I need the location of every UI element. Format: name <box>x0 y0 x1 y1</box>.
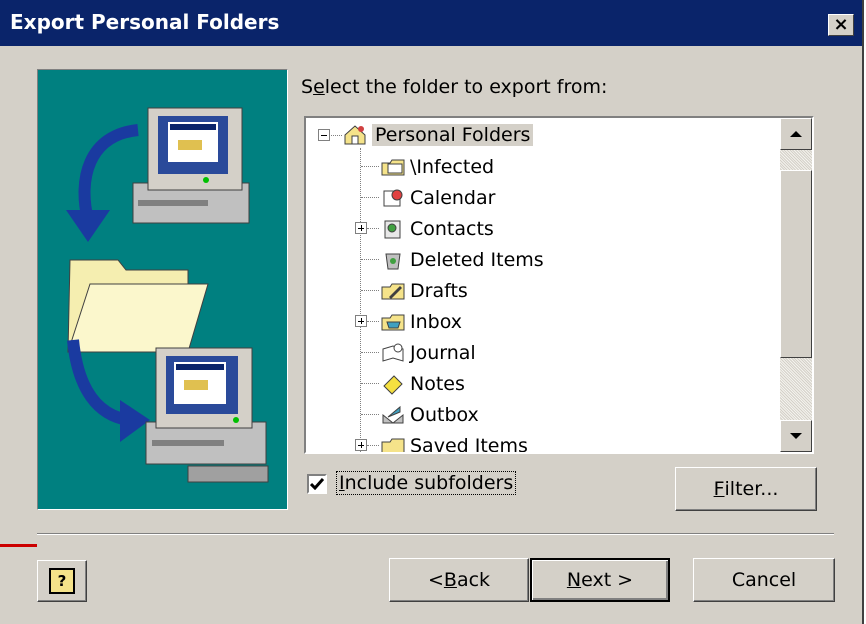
saved-items-expand-toggle[interactable] <box>355 439 367 451</box>
folder-tree[interactable]: Personal Folders \Infected Calendar Cont… <box>304 116 814 454</box>
tree-item-saved-items[interactable]: Saved Items <box>380 431 528 452</box>
export-personal-folders-dialog: Export Personal Folders × Select the fol… <box>0 0 864 624</box>
calendar-icon <box>383 189 403 207</box>
include-subfolders-label[interactable]: Include subfolders <box>335 471 517 495</box>
tree-item-calendar[interactable]: Calendar <box>380 183 495 213</box>
personal-folders-icon <box>344 125 366 145</box>
export-illustration-graphic <box>66 107 269 483</box>
inbox-expand-toggle[interactable] <box>355 315 367 327</box>
separator <box>37 533 834 535</box>
tree-item-drafts[interactable]: Drafts <box>380 276 468 306</box>
help-icon: ? <box>49 568 75 594</box>
arrow-up-icon <box>790 131 802 137</box>
filter-button[interactable]: Filter... <box>675 467 817 511</box>
help-button[interactable]: ? <box>37 560 87 602</box>
tree-item-inbox[interactable]: Inbox <box>380 307 462 337</box>
source-computer-icon <box>132 107 250 224</box>
tree-item-infected[interactable]: \Infected <box>380 152 494 182</box>
destination-computer-icon <box>145 347 269 483</box>
drafts-icon <box>381 283 405 300</box>
tree-scrollbar[interactable] <box>780 118 812 452</box>
wizard-illustration <box>37 69 288 510</box>
cancel-button[interactable]: Cancel <box>693 558 835 602</box>
include-subfolders-checkbox[interactable] <box>307 474 327 494</box>
title-bar[interactable]: Export Personal Folders × <box>0 0 862 46</box>
scroll-down-button[interactable] <box>780 420 812 452</box>
tree-item-journal[interactable]: Journal <box>380 338 476 368</box>
folder-icon <box>67 259 209 353</box>
journal-icon <box>382 343 404 362</box>
next-button[interactable]: Next > <box>530 558 670 602</box>
saved-items-icon <box>381 438 405 452</box>
tree-item-notes[interactable]: Notes <box>380 369 465 399</box>
deleted-items-icon <box>385 253 401 270</box>
red-line-marker <box>0 544 37 547</box>
inbox-icon <box>381 314 405 331</box>
scroll-thumb[interactable] <box>780 170 812 358</box>
tree-item-contacts[interactable]: Contacts <box>380 214 494 244</box>
contacts-icon <box>384 220 401 239</box>
scroll-up-button[interactable] <box>780 118 812 150</box>
root-collapse-toggle[interactable] <box>318 129 330 141</box>
tree-item-personal-folders[interactable]: Personal Folders <box>342 120 534 150</box>
contacts-expand-toggle[interactable] <box>355 222 367 234</box>
arrow-down-icon <box>790 433 802 439</box>
tree-item-outbox[interactable]: Outbox <box>380 400 479 430</box>
outbox-icon <box>382 405 404 424</box>
tree-item-deleted-items[interactable]: Deleted Items <box>380 245 544 275</box>
close-button[interactable]: × <box>828 14 854 36</box>
select-folder-label: Select the folder to export from: <box>301 76 608 98</box>
back-button[interactable]: < Back <box>389 558 529 602</box>
window-title: Export Personal Folders <box>10 10 280 34</box>
close-icon: × <box>833 14 849 35</box>
checkmark-icon <box>310 478 324 490</box>
mail-folder-icon <box>381 159 405 176</box>
notes-icon <box>383 375 403 395</box>
